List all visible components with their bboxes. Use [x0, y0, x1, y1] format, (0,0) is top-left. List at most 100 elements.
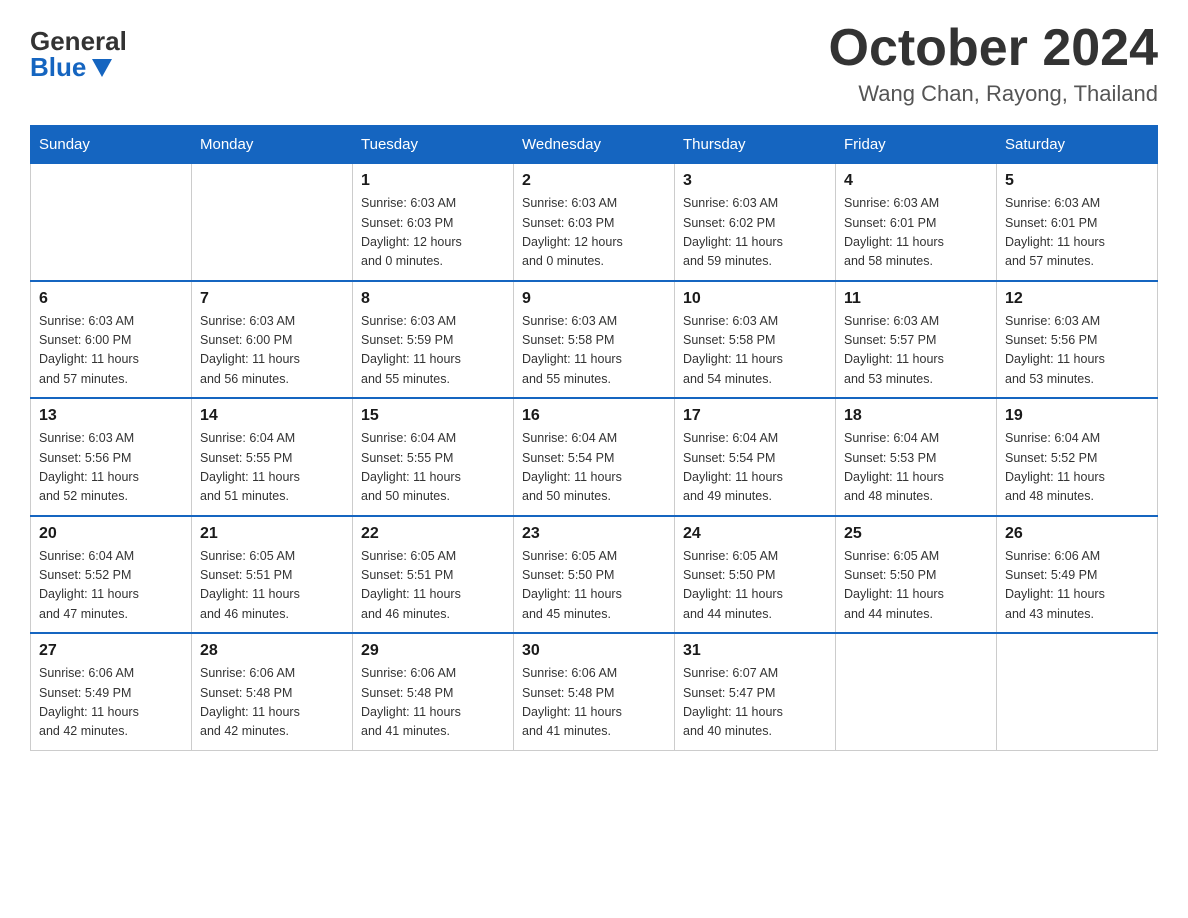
header: General Blue October 2024 Wang Chan, Ray… [30, 20, 1158, 107]
day-info: Sunrise: 6:03 AMSunset: 6:03 PMDaylight:… [522, 194, 666, 272]
day-number: 27 [39, 642, 183, 660]
calendar-cell [192, 164, 353, 281]
day-info: Sunrise: 6:04 AMSunset: 5:54 PMDaylight:… [522, 429, 666, 507]
logo: General Blue [30, 20, 127, 80]
day-number: 12 [1005, 290, 1149, 308]
day-number: 29 [361, 642, 505, 660]
column-headers: SundayMondayTuesdayWednesdayThursdayFrid… [31, 126, 1158, 164]
calendar-cell [31, 164, 192, 281]
calendar-cell: 11 Sunrise: 6:03 AMSunset: 5:57 PMDayligh… [836, 281, 997, 399]
calendar-cell: 9 Sunrise: 6:03 AMSunset: 5:58 PMDaylight… [514, 281, 675, 399]
column-header-friday: Friday [836, 126, 997, 164]
day-number: 26 [1005, 525, 1149, 543]
calendar-cell: 2 Sunrise: 6:03 AMSunset: 6:03 PMDaylight… [514, 164, 675, 281]
calendar-cell: 12 Sunrise: 6:03 AMSunset: 5:56 PMDayligh… [997, 281, 1158, 399]
week-row-1: 1 Sunrise: 6:03 AMSunset: 6:03 PMDaylight… [31, 164, 1158, 281]
day-info: Sunrise: 6:03 AMSunset: 5:59 PMDaylight:… [361, 312, 505, 390]
week-row-5: 27Sunrise: 6:06 AMSunset: 5:49 PMDayligh… [31, 633, 1158, 750]
calendar-cell: 6 Sunrise: 6:03 AMSunset: 6:00 PMDaylight… [31, 281, 192, 399]
calendar-cell: 24 Sunrise: 6:05 AMSunset: 5:50 PMDayligh… [675, 516, 836, 634]
day-number: 21 [200, 525, 344, 543]
logo-general-text: General [30, 28, 127, 54]
day-number: 24 [683, 525, 827, 543]
day-info: Sunrise: 6:04 AMSunset: 5:52 PMDaylight:… [1005, 429, 1149, 507]
calendar-cell: 16Sunrise: 6:04 AMSunset: 5:54 PMDayligh… [514, 398, 675, 516]
day-info: Sunrise: 6:06 AMSunset: 5:48 PMDaylight:… [361, 664, 505, 742]
day-info: Sunrise: 6:04 AMSunset: 5:52 PMDaylight:… [39, 547, 183, 625]
day-info: Sunrise: 6:07 AMSunset: 5:47 PMDaylight:… [683, 664, 827, 742]
calendar-cell: 1 Sunrise: 6:03 AMSunset: 6:03 PMDaylight… [353, 164, 514, 281]
day-number: 31 [683, 642, 827, 660]
calendar-cell [836, 633, 997, 750]
column-header-saturday: Saturday [997, 126, 1158, 164]
calendar-cell: 31 Sunrise: 6:07 AMSunset: 5:47 PMDayligh… [675, 633, 836, 750]
day-number: 2 [522, 172, 666, 190]
column-header-thursday: Thursday [675, 126, 836, 164]
calendar-cell: 10Sunrise: 6:03 AMSunset: 5:58 PMDayligh… [675, 281, 836, 399]
day-number: 6 [39, 290, 183, 308]
day-number: 28 [200, 642, 344, 660]
calendar-cell: 26 Sunrise: 6:06 AMSunset: 5:49 PMDayligh… [997, 516, 1158, 634]
day-info: Sunrise: 6:05 AMSunset: 5:50 PMDaylight:… [522, 547, 666, 625]
day-info: Sunrise: 6:04 AMSunset: 5:55 PMDaylight:… [361, 429, 505, 507]
day-number: 1 [361, 172, 505, 190]
day-info: Sunrise: 6:05 AMSunset: 5:50 PMDaylight:… [844, 547, 988, 625]
calendar-cell: 28 Sunrise: 6:06 AMSunset: 5:48 PMDayligh… [192, 633, 353, 750]
day-info: Sunrise: 6:06 AMSunset: 5:48 PMDaylight:… [200, 664, 344, 742]
day-info: Sunrise: 6:03 AMSunset: 5:57 PMDaylight:… [844, 312, 988, 390]
day-info: Sunrise: 6:04 AMSunset: 5:53 PMDaylight:… [844, 429, 988, 507]
column-header-sunday: Sunday [31, 126, 192, 164]
day-number: 19 [1005, 407, 1149, 425]
day-number: 30 [522, 642, 666, 660]
day-number: 8 [361, 290, 505, 308]
day-number: 5 [1005, 172, 1149, 190]
month-title: October 2024 [829, 20, 1159, 77]
calendar-cell: 3 Sunrise: 6:03 AMSunset: 6:02 PMDaylight… [675, 164, 836, 281]
day-number: 18 [844, 407, 988, 425]
day-info: Sunrise: 6:03 AMSunset: 6:02 PMDaylight:… [683, 194, 827, 272]
calendar-cell: 21Sunrise: 6:05 AMSunset: 5:51 PMDayligh… [192, 516, 353, 634]
day-number: 3 [683, 172, 827, 190]
calendar-cell: 20 Sunrise: 6:04 AMSunset: 5:52 PMDayligh… [31, 516, 192, 634]
day-info: Sunrise: 6:06 AMSunset: 5:49 PMDaylight:… [1005, 547, 1149, 625]
day-info: Sunrise: 6:04 AMSunset: 5:55 PMDaylight:… [200, 429, 344, 507]
week-row-3: 13Sunrise: 6:03 AMSunset: 5:56 PMDayligh… [31, 398, 1158, 516]
title-area: October 2024 Wang Chan, Rayong, Thailand [829, 20, 1159, 107]
calendar-cell: 25Sunrise: 6:05 AMSunset: 5:50 PMDayligh… [836, 516, 997, 634]
calendar-cell: 7Sunrise: 6:03 AMSunset: 6:00 PMDaylight… [192, 281, 353, 399]
day-info: Sunrise: 6:03 AMSunset: 6:03 PMDaylight:… [361, 194, 505, 272]
calendar-cell: 8 Sunrise: 6:03 AMSunset: 5:59 PMDaylight… [353, 281, 514, 399]
logo-triangle-icon [92, 59, 112, 77]
column-header-tuesday: Tuesday [353, 126, 514, 164]
day-number: 23 [522, 525, 666, 543]
logo-blue-text: Blue [30, 54, 112, 80]
calendar-cell: 27Sunrise: 6:06 AMSunset: 5:49 PMDayligh… [31, 633, 192, 750]
calendar-cell: 15 Sunrise: 6:04 AMSunset: 5:55 PMDayligh… [353, 398, 514, 516]
calendar-cell: 30 Sunrise: 6:06 AMSunset: 5:48 PMDayligh… [514, 633, 675, 750]
calendar-cell: 29 Sunrise: 6:06 AMSunset: 5:48 PMDayligh… [353, 633, 514, 750]
day-number: 13 [39, 407, 183, 425]
day-number: 4 [844, 172, 988, 190]
week-row-4: 20 Sunrise: 6:04 AMSunset: 5:52 PMDayligh… [31, 516, 1158, 634]
calendar-cell: 23 Sunrise: 6:05 AMSunset: 5:50 PMDayligh… [514, 516, 675, 634]
day-number: 22 [361, 525, 505, 543]
day-number: 7 [200, 290, 344, 308]
day-info: Sunrise: 6:06 AMSunset: 5:48 PMDaylight:… [522, 664, 666, 742]
day-number: 9 [522, 290, 666, 308]
day-info: Sunrise: 6:03 AMSunset: 6:00 PMDaylight:… [39, 312, 183, 390]
week-row-2: 6 Sunrise: 6:03 AMSunset: 6:00 PMDaylight… [31, 281, 1158, 399]
day-info: Sunrise: 6:05 AMSunset: 5:50 PMDaylight:… [683, 547, 827, 625]
calendar-cell: 17Sunrise: 6:04 AMSunset: 5:54 PMDayligh… [675, 398, 836, 516]
day-number: 11 [844, 290, 988, 308]
day-info: Sunrise: 6:03 AMSunset: 5:56 PMDaylight:… [1005, 312, 1149, 390]
day-info: Sunrise: 6:03 AMSunset: 6:01 PMDaylight:… [844, 194, 988, 272]
day-number: 14 [200, 407, 344, 425]
day-number: 20 [39, 525, 183, 543]
calendar-cell: 18 Sunrise: 6:04 AMSunset: 5:53 PMDayligh… [836, 398, 997, 516]
location-title: Wang Chan, Rayong, Thailand [829, 81, 1159, 107]
calendar-cell: 14 Sunrise: 6:04 AMSunset: 5:55 PMDayligh… [192, 398, 353, 516]
day-number: 15 [361, 407, 505, 425]
day-info: Sunrise: 6:03 AMSunset: 5:58 PMDaylight:… [522, 312, 666, 390]
day-number: 10 [683, 290, 827, 308]
calendar-table: SundayMondayTuesdayWednesdayThursdayFrid… [30, 125, 1158, 751]
